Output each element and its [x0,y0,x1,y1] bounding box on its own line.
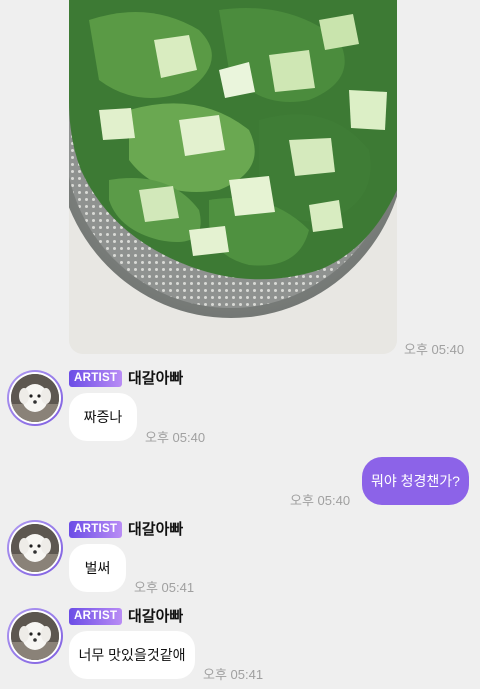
avatar[interactable] [7,520,63,576]
message-timestamp: 오후 05:40 [145,430,206,445]
sender-name: 대갈아빠 [128,370,184,387]
photo-message[interactable] [69,0,397,354]
message-timestamp: 오후 05:40 [290,493,351,508]
artist-badge: ARTIST [69,608,123,625]
avatar[interactable] [7,370,63,426]
sender-name: 대갈아빠 [128,521,184,538]
message-timestamp: 오후 05:41 [203,667,264,682]
sent-message-bubble[interactable]: 뭐야 청경챈가? [362,457,469,505]
salad-greens-in-colander-photo [69,0,397,354]
message-bubble[interactable]: 짜증나 [69,393,137,441]
message-bubble[interactable]: 벌써 [69,544,126,592]
artist-badge: ARTIST [69,370,123,387]
white-dog-avatar-icon [11,612,59,660]
artist-badge: ARTIST [69,521,123,538]
avatar[interactable] [7,608,63,664]
message-timestamp: 오후 05:41 [134,580,195,595]
message-bubble[interactable]: 너무 맛있을것같애 [69,631,195,679]
photo-timestamp: 오후 05:40 [404,342,465,357]
white-dog-avatar-icon [11,524,59,572]
white-dog-avatar-icon [11,374,59,422]
sender-name: 대갈아빠 [128,608,184,625]
